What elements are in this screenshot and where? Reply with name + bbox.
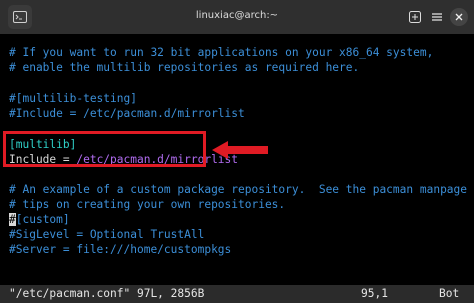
cursor-position: 95,1 xyxy=(361,287,388,300)
pointer-arrow-icon xyxy=(212,140,270,164)
highlight-box xyxy=(3,131,206,167)
editor-line: #Include = /etc/pacman.d/mirrorlist xyxy=(9,107,245,120)
cursor-line-text: [custom] xyxy=(15,213,70,226)
text-cursor: # xyxy=(9,213,16,226)
status-file-info: "/etc/pacman.conf" 97L, 2856B xyxy=(9,287,205,300)
window-title: linuxiac@arch:~ xyxy=(195,10,279,21)
editor-line: #Server = file:///home/custompkgs xyxy=(9,243,232,256)
new-tab-icon[interactable] xyxy=(406,8,424,26)
editor-line: # An example of a custom package reposit… xyxy=(9,183,474,196)
editor-line: # tips on creating your own repositories… xyxy=(9,198,286,211)
menu-icon[interactable] xyxy=(428,8,446,26)
editor-line: #SigLevel = Optional TrustAll xyxy=(9,228,205,241)
editor-line: #[multilib-testing] xyxy=(9,92,137,105)
editor-line: #[custom] xyxy=(9,212,70,227)
title-bar: linuxiac@arch:~ xyxy=(0,0,474,34)
close-icon[interactable] xyxy=(450,8,468,26)
editor-line: # enable the multilib repositories as re… xyxy=(9,61,360,74)
scroll-position: Bot xyxy=(439,287,460,300)
editor-line: # If you want to run 32 bit applications… xyxy=(9,46,434,59)
terminal-window: linuxiac@arch:~ # If you want to run 32 … xyxy=(0,0,474,300)
status-bar: "/etc/pacman.conf" 97L, 2856B 95,1 Bot xyxy=(0,285,474,303)
